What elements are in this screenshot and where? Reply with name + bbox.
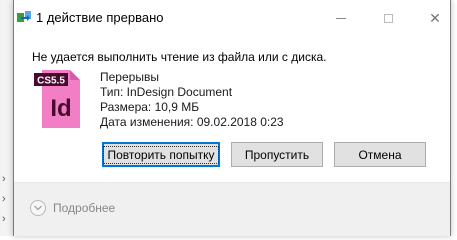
maximize-button[interactable] [365,0,411,36]
copy-progress-icon [17,11,31,22]
background-fragment: › [2,173,6,185]
background-fragment: › [2,213,6,225]
retry-button[interactable]: Повторить попытку [102,142,220,167]
icon-letters: Id [50,95,71,122]
cancel-button-label: Отмена [358,147,402,162]
chevron-down-icon [30,200,46,216]
dialog-footer: Подробнее [14,182,450,236]
close-button[interactable]: ✕ [412,0,450,36]
minimize-icon [336,17,346,19]
retry-button-label: Повторить попытку [103,145,219,164]
indesign-document-icon: CS5.5 Id [34,70,80,128]
file-name: Перерывы [100,70,159,84]
file-operation-error-dialog: 1 действие прервано ✕ Не удается выполни… [13,0,451,236]
close-icon: ✕ [429,9,441,26]
more-details-label: Подробнее [53,201,116,215]
title-bar[interactable]: 1 действие прервано ✕ [14,0,450,38]
screen: › › › 1 действие прервано ✕ Не удается в… [0,0,457,236]
cancel-button[interactable]: Отмена [334,142,426,167]
background-window: › › › [0,0,14,236]
skip-button[interactable]: Пропустить [231,142,323,167]
error-message: Не удается выполнить чтение из файла или… [32,50,327,64]
background-fragment: › [2,193,6,205]
more-details-toggle[interactable]: Подробнее [30,198,115,218]
minimize-button[interactable] [318,0,364,36]
maximize-icon [383,13,393,23]
file-size: Размера: 10,9 МБ [100,100,200,114]
icon-badge-text: CS5.5 [37,76,65,87]
chevron-down-glyph [34,205,42,211]
window-title: 1 действие прервано [36,10,164,25]
file-type: Тип: InDesign Document [100,85,233,99]
file-modified: Дата изменения: 09.02.2018 0:23 [100,115,284,129]
skip-button-label: Пропустить [244,147,310,162]
